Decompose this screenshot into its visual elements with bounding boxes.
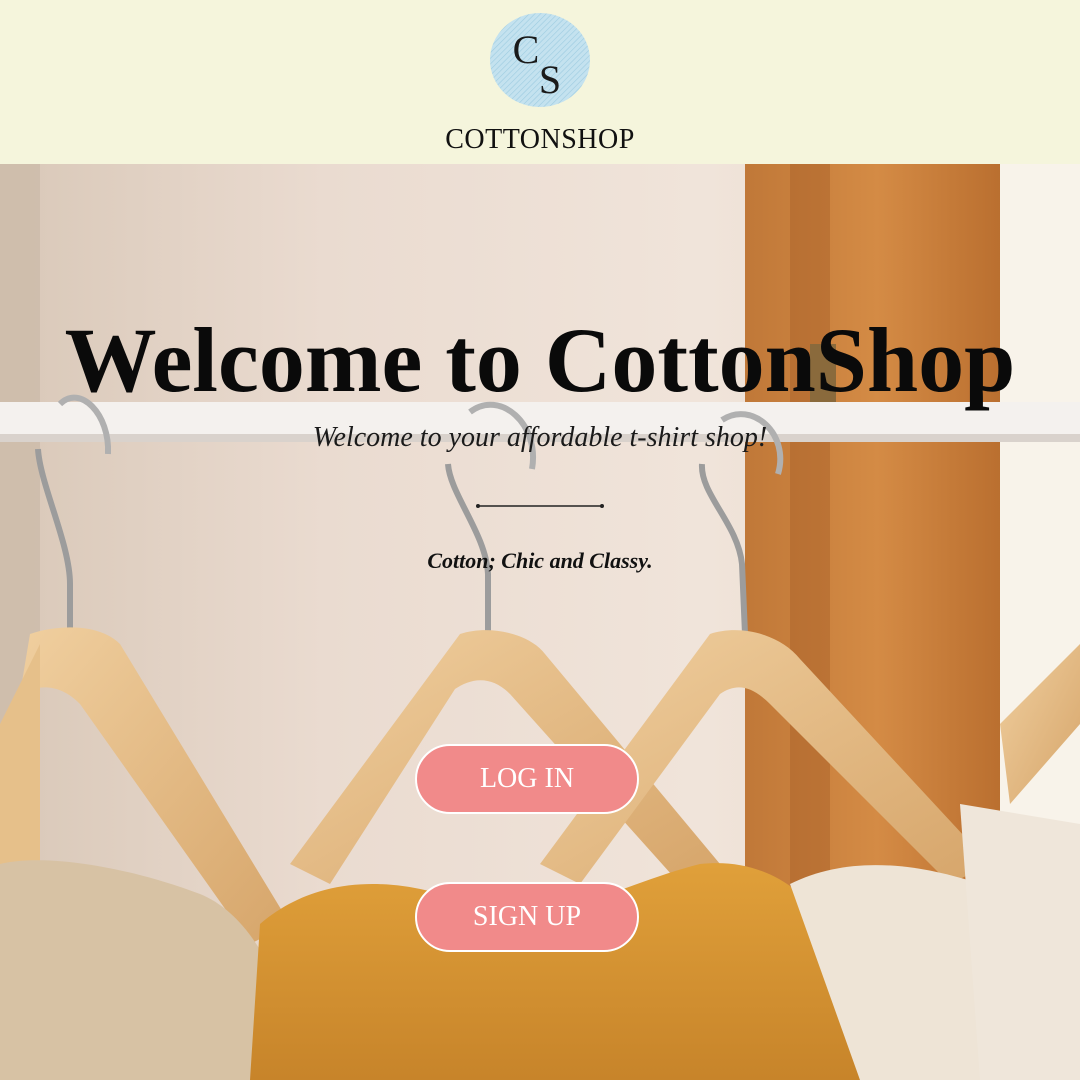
login-button[interactable]: LOG IN (415, 744, 639, 814)
signup-button[interactable]: SIGN UP (415, 882, 639, 952)
hero-section: Welcome to CottonShop Welcome to your af… (0, 164, 1080, 1080)
cottonshop-logo-icon[interactable]: C S (490, 13, 590, 107)
divider (476, 504, 604, 508)
hero-subtitle: Welcome to your affordable t-shirt shop! (312, 422, 768, 453)
site-header: C S COTTONSHOP (0, 0, 1080, 164)
hero-title: Welcome to CottonShop (64, 308, 1016, 411)
svg-text:S: S (539, 57, 561, 102)
app-root: C S COTTONSHOP Welcome to CottonShop Wel… (0, 0, 1080, 1080)
svg-text:C: C (513, 27, 540, 72)
brand-name: COTTONSHOP (445, 124, 635, 155)
tagline: Cotton; Chic and Classy. (427, 548, 653, 573)
